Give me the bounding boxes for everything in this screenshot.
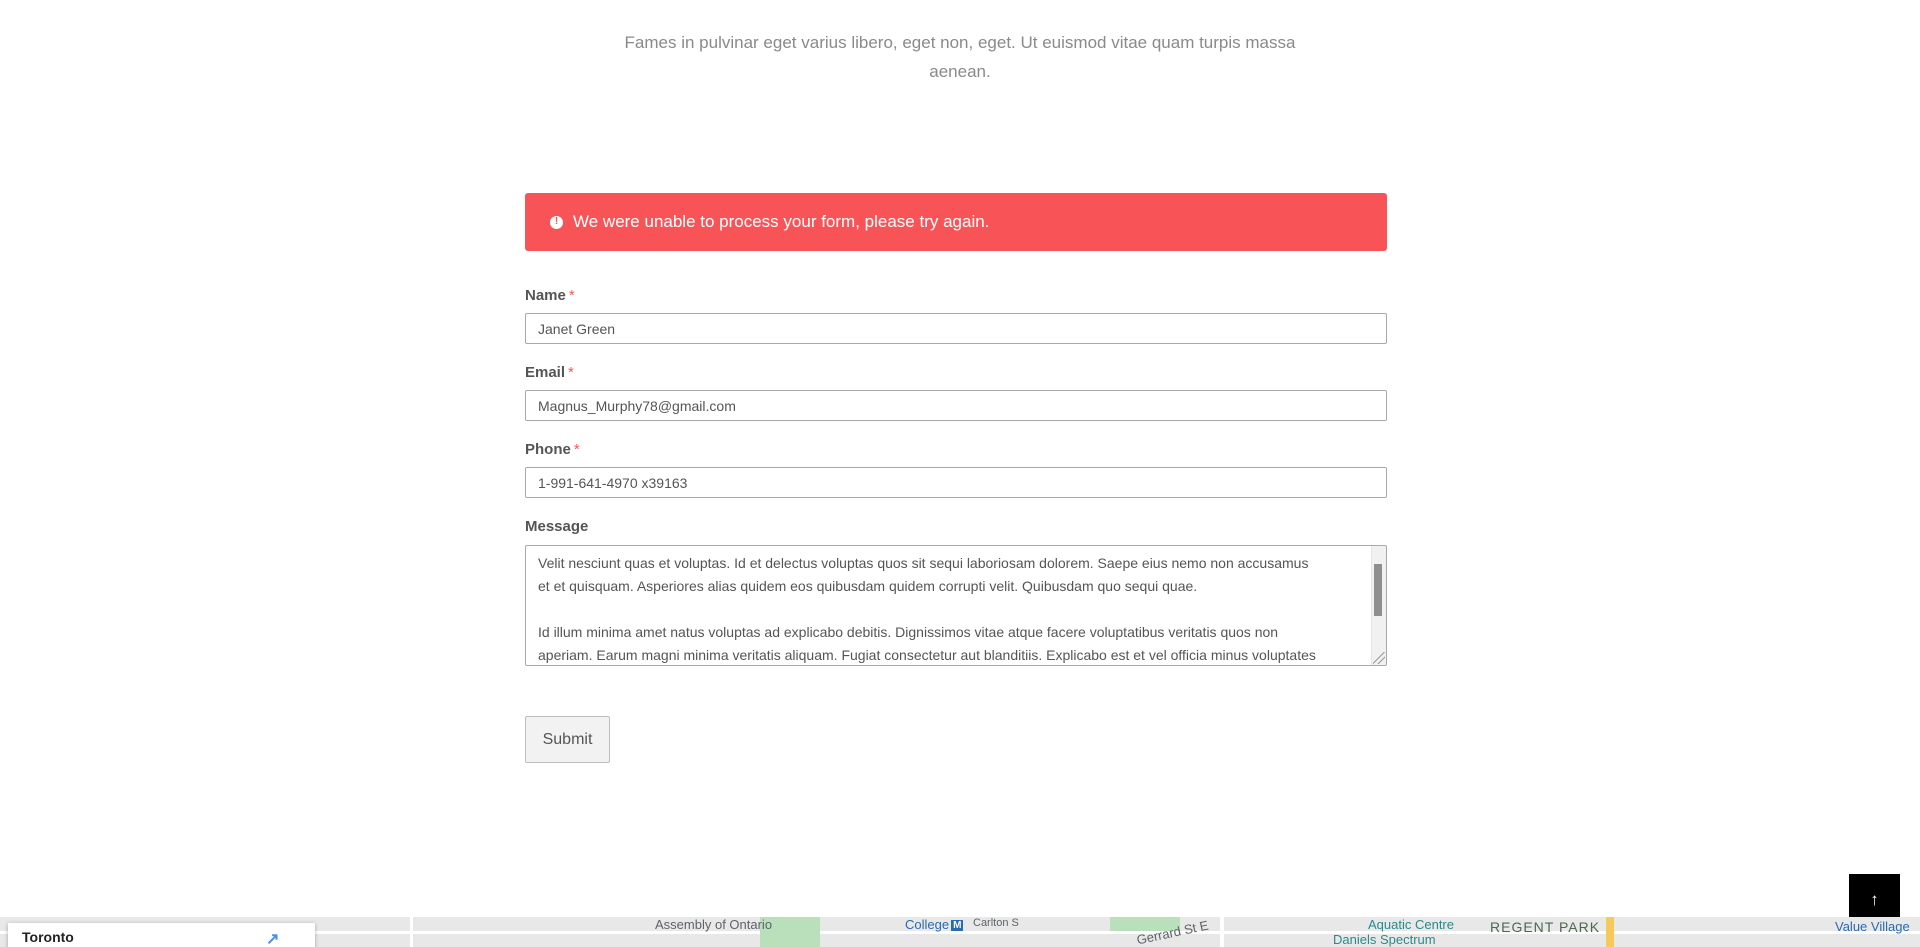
intro-line-1: Fames in pulvinar eget varius libero, eg… [624, 33, 1296, 52]
intro-text: Fames in pulvinar eget varius libero, eg… [620, 28, 1300, 86]
email-input[interactable] [525, 390, 1387, 421]
map-card-title: Toronto [22, 929, 74, 945]
required-mark: * [568, 287, 575, 304]
message-scrollbar[interactable] [1371, 546, 1386, 665]
name-field-group: Name * [525, 287, 1387, 344]
email-field-group: Email * [525, 364, 1387, 421]
required-mark: * [573, 441, 580, 458]
map-label-college: College M [905, 917, 964, 932]
phone-input[interactable] [525, 467, 1387, 498]
email-label: Email * [525, 364, 574, 381]
contact-form: ! We were unable to process your form, p… [525, 193, 1387, 666]
resize-handle-icon[interactable] [1373, 652, 1385, 664]
map[interactable]: Assembly of Ontario College M Carlton S G… [0, 917, 1920, 947]
map-label-regent-park: REGENT PARK [1490, 919, 1601, 935]
map-label-daniels: Daniels Spectrum [1333, 932, 1436, 947]
metro-icon: M [951, 920, 964, 931]
intro-line-2: aenean. [929, 62, 991, 81]
message-scrollbar-thumb[interactable] [1374, 564, 1382, 616]
error-alert-message: We were unable to process your form, ple… [573, 212, 990, 231]
name-label: Name * [525, 287, 575, 304]
message-label: Message [525, 518, 589, 535]
submit-button[interactable]: Submit [525, 716, 610, 763]
map-label-assembly: Assembly of Ontario [655, 917, 773, 932]
map-label-value-village: Value Village [1835, 919, 1910, 934]
required-mark: * [568, 364, 574, 381]
arrow-up-icon: ↑ [1870, 889, 1879, 909]
directions-icon[interactable]: ↗ [266, 929, 279, 947]
error-alert: ! We were unable to process your form, p… [525, 193, 1387, 251]
exclamation-circle-icon: ! [550, 215, 563, 229]
map-highway [1606, 917, 1614, 947]
map-label-carlton: Carlton S [973, 917, 1019, 929]
message-field-group: Message Velit nesciunt quas et voluptas.… [525, 518, 1387, 666]
phone-label: Phone * [525, 441, 580, 458]
phone-field-group: Phone * [525, 441, 1387, 498]
map-road [410, 917, 413, 947]
message-text: Velit nesciunt quas et voluptas. Id et d… [538, 555, 1316, 663]
message-textarea[interactable]: Velit nesciunt quas et voluptas. Id et d… [525, 545, 1387, 666]
map-info-card: Toronto ↗ [8, 923, 315, 947]
map-road [1220, 917, 1224, 947]
map-label-aquatic: Aquatic Centre [1368, 917, 1454, 932]
name-input[interactable] [525, 313, 1387, 344]
